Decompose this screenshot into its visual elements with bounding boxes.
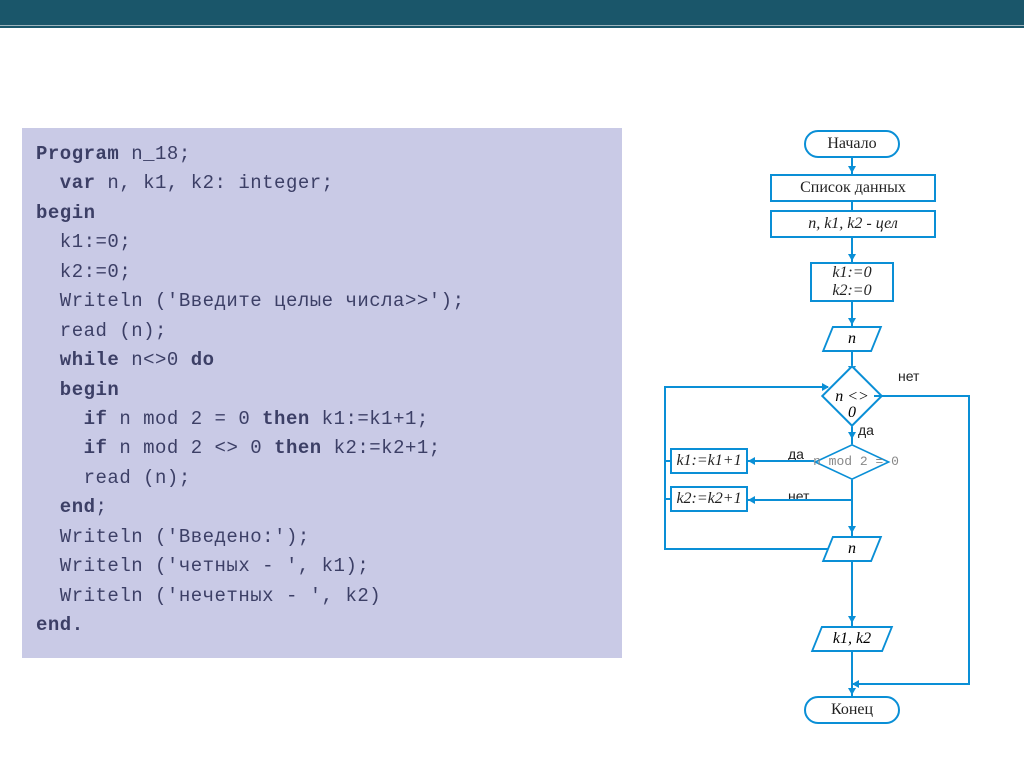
kw-then: then — [262, 408, 310, 430]
code-text: Writeln ('четных - ', k1); — [36, 555, 369, 577]
code-text: read (n); — [36, 320, 167, 342]
pascal-code-box: Program n_18; var n, k1, k2: integer; be… — [22, 128, 622, 658]
kw-if: if — [36, 437, 107, 459]
code-text: n mod 2 <> 0 — [107, 437, 274, 459]
slide-top-bar — [0, 0, 1024, 28]
code-text: n_18; — [119, 143, 190, 165]
kw-end-inner: end — [36, 496, 96, 518]
code-text: k1:=0; — [36, 231, 131, 253]
flow-declarations: n, k1, k2 - цел — [770, 210, 936, 238]
code-text: read (n); — [36, 467, 191, 489]
kw-var: var — [36, 172, 96, 194]
code-text: k2:=k2+1; — [322, 437, 441, 459]
kw-begin: begin — [36, 202, 96, 224]
code-text: k2:=0; — [36, 261, 131, 283]
flow-k2-inc: k2:=k2+1 — [670, 486, 748, 512]
kw-if: if — [36, 408, 107, 430]
code-text: ; — [96, 496, 108, 518]
code-text: Writeln ('Введите целые числа>>'); — [36, 290, 464, 312]
slide-content: Program n_18; var n, k1, k2: integer; be… — [0, 28, 1024, 766]
flow-data-list: Список данных — [770, 174, 936, 202]
flow-k1-inc: k1:=k1+1 — [670, 448, 748, 474]
flow-label-no: нет — [788, 488, 809, 504]
kw-begin-inner: begin — [36, 379, 119, 401]
flow-output: k1, k2 — [811, 626, 894, 652]
flow-end: Конец — [804, 696, 900, 724]
flow-label-yes: да — [858, 422, 874, 438]
flow-input-n: n — [822, 326, 883, 352]
flowchart: Начало Список данных n, k1, k2 - цел k1:… — [652, 126, 1002, 766]
code-text: Writeln ('нечетных - ', k2) — [36, 585, 381, 607]
flow-decision-mod: n mod 2 = 0 — [810, 444, 894, 480]
code-text: k1:=k1+1; — [310, 408, 429, 430]
code-text: n mod 2 = 0 — [107, 408, 262, 430]
code-text: Writeln ('Введено:'); — [36, 526, 310, 548]
kw-do: do — [191, 349, 215, 371]
kw-while: while — [36, 349, 119, 371]
flow-init: k1:=0 k2:=0 — [810, 262, 894, 302]
kw-end: end. — [36, 614, 84, 636]
flow-label-no: нет — [898, 368, 919, 384]
flow-input-n-2: n — [822, 536, 883, 562]
code-text: n<>0 — [119, 349, 190, 371]
flow-start: Начало — [804, 130, 900, 158]
kw-program: Program — [36, 143, 119, 165]
code-text: n, k1, k2: integer; — [96, 172, 334, 194]
kw-then: then — [274, 437, 322, 459]
flow-decision-loop: n <> 0 — [830, 374, 874, 418]
